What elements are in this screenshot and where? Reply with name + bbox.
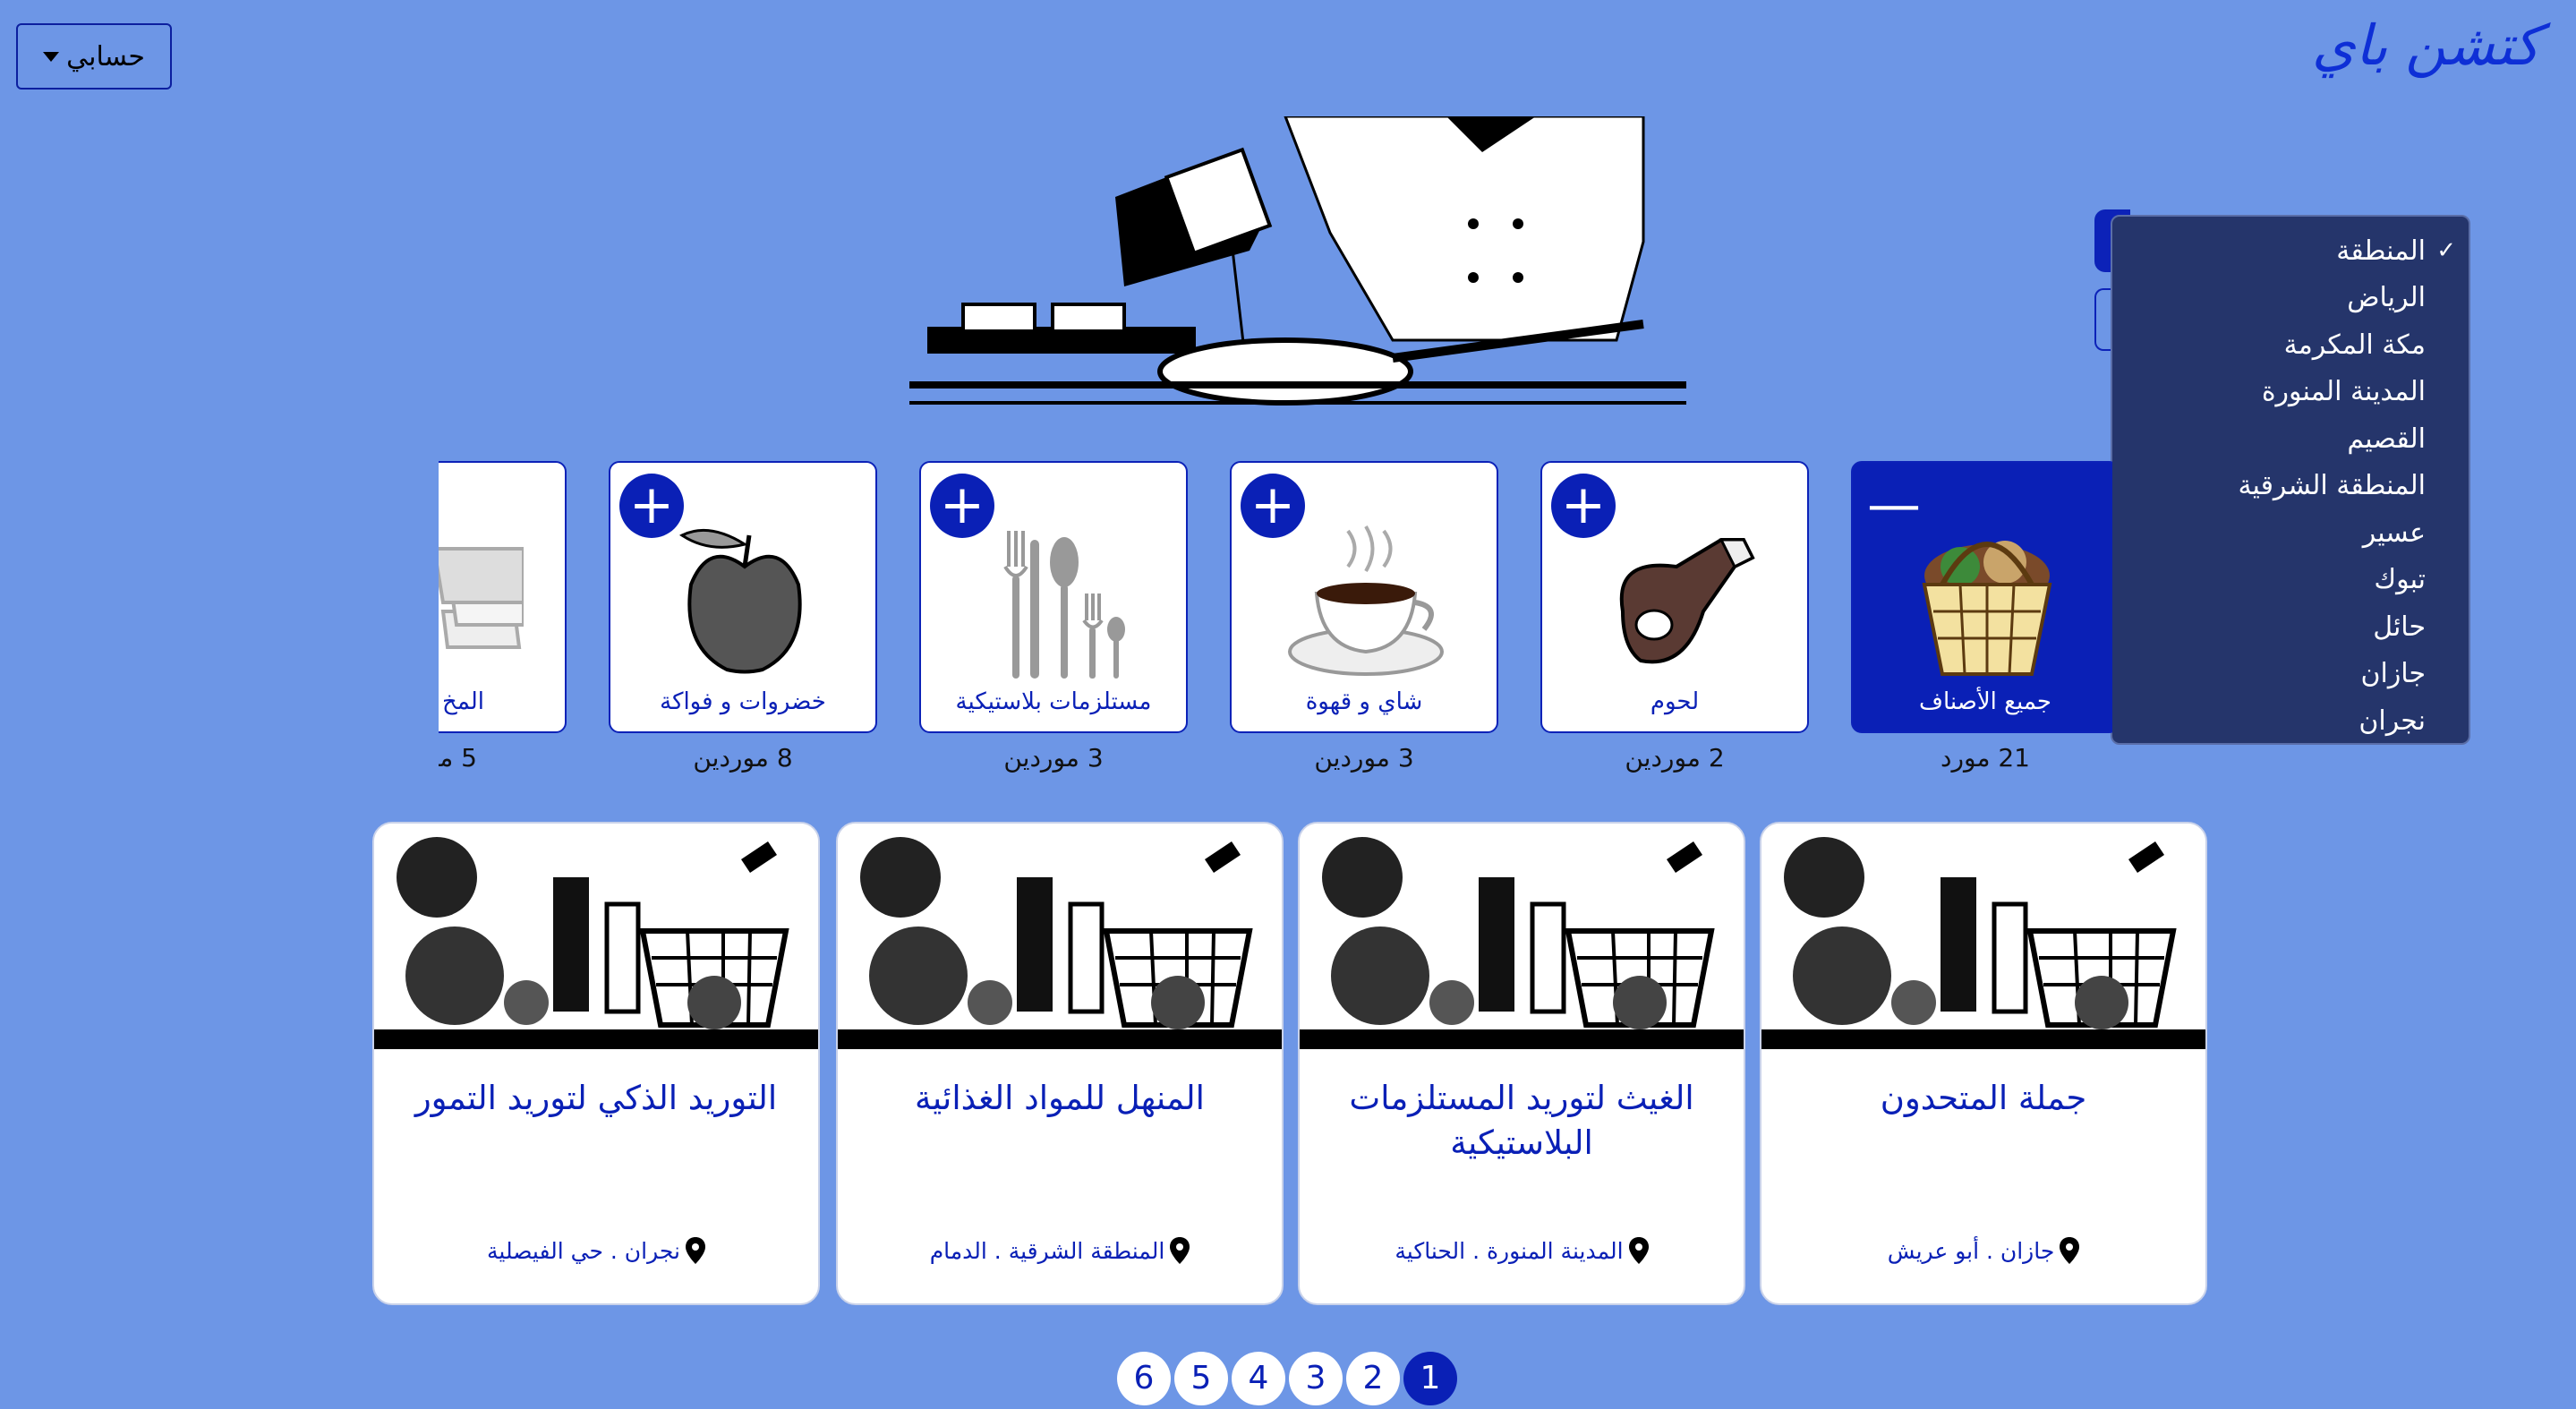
supplier-name: جملة المتحدون bbox=[1880, 1079, 2087, 1117]
hero-chef-illustration bbox=[909, 116, 1686, 412]
grocery-illustration bbox=[1300, 824, 1744, 1049]
account-label: حسابي bbox=[66, 40, 145, 73]
caret-down-icon bbox=[43, 51, 60, 62]
category-count: 3 موردين bbox=[1314, 743, 1414, 773]
category-label: جميع الأصناف bbox=[1919, 688, 2051, 715]
account-menu-button[interactable]: حسابي bbox=[16, 23, 172, 90]
cutlery-icon bbox=[1003, 531, 1125, 679]
category-label: خضروات و فواكة bbox=[660, 688, 826, 715]
category-count: 21 مورد bbox=[1941, 743, 2030, 773]
location-text: جازان . أبو عريش bbox=[1887, 1237, 2055, 1264]
brand-logo[interactable]: كتشن باي bbox=[2312, 13, 2540, 78]
category-card-bakery[interactable]: المخ bbox=[439, 461, 567, 733]
region-option-eastern[interactable]: المنطقة الشرقية bbox=[2112, 463, 2469, 510]
supplier-location: نجران . حي الفيصلية bbox=[374, 1237, 818, 1264]
supplier-name: المنهل للمواد الغذائية bbox=[915, 1079, 1205, 1117]
category-label: لحوم bbox=[1650, 688, 1700, 715]
basket-icon bbox=[1922, 541, 2052, 676]
category-card-tea-coffee[interactable]: + شاي و قهوة bbox=[1230, 461, 1498, 733]
page-5[interactable]: 5 bbox=[1174, 1352, 1228, 1405]
supplier-card[interactable]: الغيث لتوريد المستلزمات البلاستيكية المد… bbox=[1298, 822, 1745, 1305]
region-option-asir[interactable]: عسير bbox=[2112, 509, 2469, 557]
region-option-najran[interactable]: نجران bbox=[2112, 697, 2469, 745]
supplier-location: المنطقة الشرقية . الدمام bbox=[838, 1237, 1282, 1264]
supplier-location: جازان . أبو عريش bbox=[1761, 1237, 2205, 1264]
category-count: 5 مو bbox=[439, 743, 477, 773]
location-pin-icon bbox=[2060, 1237, 2080, 1264]
supplier-name: التوريد الذكي لتوريد التمور bbox=[414, 1079, 778, 1117]
location-text: المنطقة الشرقية . الدمام bbox=[929, 1237, 1165, 1264]
region-option-madinah[interactable]: المدينة المنورة bbox=[2112, 369, 2469, 416]
category-card-all[interactable]: — جميع الأصناف bbox=[1851, 461, 2112, 733]
region-option-default[interactable]: ✓ المنطقة bbox=[2112, 227, 2469, 275]
supplier-location: المدينة المنورة . الحناكية bbox=[1300, 1237, 1744, 1264]
region-option-hail[interactable]: حائل bbox=[2112, 603, 2469, 651]
category-count: 2 موردين bbox=[1625, 743, 1725, 773]
apple-icon bbox=[679, 528, 802, 674]
location-text: نجران . حي الفيصلية bbox=[487, 1237, 680, 1264]
region-option-jazan[interactable]: جازان bbox=[2112, 651, 2469, 698]
location-pin-icon bbox=[685, 1237, 705, 1264]
region-option-riyadh[interactable]: الرياض bbox=[2112, 275, 2469, 322]
page-2[interactable]: 2 bbox=[1346, 1352, 1400, 1405]
grocery-illustration bbox=[374, 824, 818, 1049]
supplier-card[interactable]: جملة المتحدون جازان . أبو عريش bbox=[1760, 822, 2207, 1305]
bread-icon bbox=[439, 547, 524, 649]
category-label: شاي و قهوة bbox=[1305, 688, 1423, 715]
category-count: 8 موردين bbox=[693, 743, 793, 773]
region-option-qassim[interactable]: القصيم bbox=[2112, 415, 2469, 463]
pagination: 6 5 4 3 2 1 bbox=[1117, 1352, 1457, 1409]
page-3[interactable]: 3 bbox=[1289, 1352, 1343, 1405]
grocery-illustration bbox=[1761, 824, 2205, 1049]
supplier-card[interactable]: التوريد الذكي لتوريد التمور نجران . حي ا… bbox=[372, 822, 820, 1305]
page-1[interactable]: 1 bbox=[1403, 1352, 1457, 1405]
region-dropdown-menu: ✓ المنطقة الرياض مكة المكرمة المدينة الم… bbox=[2111, 215, 2470, 745]
category-card-meat[interactable]: + لحوم bbox=[1540, 461, 1809, 733]
supplier-grid: جملة المتحدون جازان . أبو عريش الغيث لتو… bbox=[372, 822, 2207, 1305]
page-6[interactable]: 6 bbox=[1117, 1352, 1171, 1405]
location-pin-icon bbox=[1628, 1237, 1649, 1264]
grocery-illustration bbox=[838, 824, 1282, 1049]
category-card-vegetables[interactable]: + خضروات و فواكة bbox=[609, 461, 877, 733]
location-text: المدينة المنورة . الحناكية bbox=[1395, 1237, 1624, 1264]
region-option-tabuk[interactable]: تبوك bbox=[2112, 557, 2469, 604]
category-carousel[interactable]: — جميع الأصناف 21 مورد + لحوم 2 موردين + bbox=[439, 461, 2112, 783]
category-label: المخ bbox=[442, 688, 484, 715]
coffee-cup-icon bbox=[1288, 525, 1444, 676]
category-card-plastic[interactable]: + مستلزمات بلاستيكية bbox=[919, 461, 1188, 733]
region-option-label: المنطقة bbox=[2336, 235, 2426, 267]
location-pin-icon bbox=[1170, 1237, 1190, 1264]
region-option-makkah[interactable]: مكة المكرمة bbox=[2112, 321, 2469, 369]
supplier-name: الغيث لتوريد المستلزمات البلاستيكية bbox=[1349, 1079, 1694, 1162]
meat-icon bbox=[1619, 538, 1755, 664]
supplier-card[interactable]: المنهل للمواد الغذائية المنطقة الشرقية .… bbox=[836, 822, 1284, 1305]
check-icon: ✓ bbox=[2436, 237, 2456, 265]
category-label: مستلزمات بلاستيكية bbox=[955, 688, 1152, 715]
page-4[interactable]: 4 bbox=[1232, 1352, 1285, 1405]
category-count: 3 موردين bbox=[1003, 743, 1104, 773]
